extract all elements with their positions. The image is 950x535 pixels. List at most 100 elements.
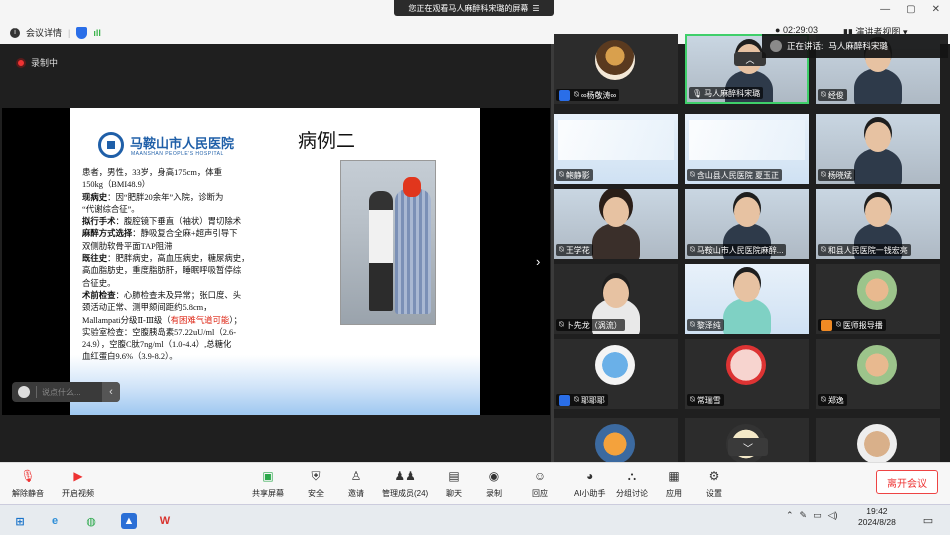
- participant-tile[interactable]: ⍉ 黎泽纯: [685, 264, 809, 334]
- slide-text-line: 患者，男性，33岁，身高175cm，体重: [82, 167, 294, 179]
- participant-name-tag: ⍉ ∞杨敬涛∞: [556, 89, 620, 101]
- settings-button[interactable]: ⚙ 设置: [706, 468, 722, 499]
- react-button[interactable]: ☺ 回应: [532, 468, 548, 499]
- slide-text-line: 现病史：因“肥胖20余年”入院，诊断为: [82, 192, 294, 204]
- menu-icon[interactable]: ☰: [532, 4, 539, 13]
- participant-name: 卜先龙（涡流）: [565, 320, 622, 330]
- photo-doctor: [369, 191, 393, 311]
- mic-muted-icon: ⍉: [559, 320, 564, 329]
- pen-icon[interactable]: ✎: [800, 510, 808, 521]
- breakout-button[interactable]: ⛬ 分组讨论: [616, 468, 648, 499]
- avatar: [726, 345, 766, 385]
- apps-label: 应用: [666, 489, 682, 498]
- breakout-label: 分组讨论: [616, 489, 648, 498]
- manage-members-button[interactable]: ♟♟ 管理成员(24): [382, 468, 428, 499]
- minimize-icon[interactable]: —: [880, 4, 890, 15]
- participant-name: 经俊: [827, 90, 844, 100]
- mic-muted-icon: ⍉: [574, 395, 579, 404]
- share-screen-icon: ▣: [262, 469, 274, 483]
- participant-tile[interactable]: [554, 418, 678, 462]
- meeting-info-button[interactable]: 会议详情: [26, 26, 62, 39]
- participant-name: 黎泽纯: [696, 320, 721, 330]
- participant-tile[interactable]: ⍉ 常瑞雪: [685, 339, 809, 409]
- mic-muted-icon: ⍉: [690, 320, 695, 329]
- ai-assistant-button[interactable]: ◕ AI小助手: [574, 468, 606, 499]
- slide-text-body: 双侧肋软骨平面TAP阻滞: [82, 241, 173, 251]
- slide-text-body: ：肥胖病史，高血压病史，糖尿病史，: [107, 254, 250, 264]
- participant-tile[interactable]: ⍉ 卜先龙（涡流）: [554, 264, 678, 334]
- windows-start-icon[interactable]: ⊞: [12, 513, 28, 529]
- security-shield-icon[interactable]: [76, 26, 88, 39]
- chat-input[interactable]: 说点什么... ‹: [12, 382, 120, 402]
- participant-face: [603, 278, 629, 308]
- participant-name-tag: ⍉ 经俊: [818, 89, 847, 101]
- close-icon[interactable]: ✕: [932, 4, 940, 15]
- participant-name: 马人麻醉科宋璐: [704, 88, 761, 98]
- participant-tile[interactable]: ⍉ 马鞍山市人民医院麻醉...: [685, 189, 809, 259]
- wechat-icon[interactable]: ◍: [83, 513, 99, 529]
- mic-muted-icon: ⍉: [836, 320, 841, 329]
- volume-icon[interactable]: ◁): [828, 510, 838, 521]
- participant-tile[interactable]: ⍉ 含山县人民医院 夏玉正: [685, 114, 809, 184]
- mic-muted-icon: ⍉: [559, 170, 564, 179]
- participant-tile[interactable]: ⍉ 和县人民医院一钱宏亮: [816, 189, 940, 259]
- slide-text-line: 颈活动正常、测甲颏间距约5.8cm，: [82, 302, 294, 314]
- slide-text-body: ）；: [229, 315, 242, 325]
- invite-button[interactable]: ♙ 邀请: [348, 468, 364, 499]
- chevron-left-icon[interactable]: ‹: [102, 382, 120, 402]
- gear-icon: ⚙: [708, 469, 720, 483]
- photo-patient: [395, 189, 431, 314]
- settings-label: 设置: [706, 489, 722, 498]
- emoji-icon[interactable]: [18, 386, 30, 398]
- screen-share-banner[interactable]: 您正在观看马人麻醉科宋璐的屏幕 ☰: [394, 0, 554, 16]
- host-badge-icon: [559, 89, 570, 101]
- participant-tile[interactable]: ⍉ ∞杨敬涛∞: [554, 34, 678, 104]
- slide-text-heading: 既往史: [82, 254, 108, 264]
- network-signal-icon[interactable]: ıll: [93, 28, 101, 38]
- clock[interactable]: 19:42 2024/8/28: [858, 506, 896, 528]
- share-label: 共享屏幕: [252, 489, 284, 498]
- chevron-up-icon[interactable]: ⌃: [786, 510, 794, 521]
- participant-tile[interactable]: ⍉ 耶耶耶: [554, 339, 678, 409]
- participant-name-tag: ⍉ 马鞍山市人民医院麻醉...: [687, 244, 787, 256]
- apps-button[interactable]: ▦ 应用: [666, 468, 682, 499]
- unmute-button[interactable]: 🎙 解除静音: [12, 468, 44, 499]
- participant-video: [723, 298, 771, 334]
- wps-icon[interactable]: W: [157, 513, 173, 529]
- record-button[interactable]: ◉ 录制: [486, 468, 502, 499]
- leave-meeting-button[interactable]: 离开会议: [876, 470, 938, 494]
- browser-icon[interactable]: e: [47, 513, 63, 529]
- participant-video: [854, 68, 902, 104]
- participant-tile[interactable]: [816, 418, 940, 462]
- participant-name: 马鞍山市人民医院麻醉...: [696, 245, 784, 255]
- start-video-button[interactable]: ▶ 开启视频: [62, 468, 94, 499]
- slide-case-text: 患者，男性，33岁，身高175cm，体重 150kg（BMI48.9） 现病史：因“…: [82, 167, 294, 364]
- avatar: [857, 345, 897, 385]
- share-screen-button[interactable]: ▣ 共享屏幕: [252, 468, 284, 499]
- slide-text-line: Mallampati分级Ⅱ-Ⅲ级（有困难气道可能）；: [82, 315, 294, 327]
- participant-tile[interactable]: ⍉ 王学花: [554, 189, 678, 259]
- slide-text-line: 24.9），空腹C肽7ng/ml（1.0-4.4）,总糖化: [82, 339, 294, 351]
- participant-face: [865, 122, 891, 152]
- slide-text-body: ：心肺检查未及异常；张口度、头: [115, 290, 242, 300]
- mic-muted-icon: ⍉: [821, 395, 826, 404]
- mic-muted-icon: ⍉: [690, 245, 695, 254]
- participant-tile[interactable]: ⍉ 鲍静影: [554, 114, 678, 184]
- security-button[interactable]: ⛨ 安全: [308, 468, 324, 499]
- participant-tile[interactable]: ⍉ 杨晓斌: [816, 114, 940, 184]
- participant-tile[interactable]: ⍉ 郑逸: [816, 339, 940, 409]
- chat-button[interactable]: ▤ 聊天: [446, 468, 462, 499]
- add-person-icon: ♙: [350, 469, 362, 483]
- scroll-down-button[interactable]: ﹀: [728, 438, 768, 456]
- maximize-icon[interactable]: ▢: [906, 4, 915, 15]
- avatar: [857, 424, 897, 462]
- network-icon[interactable]: ▭: [813, 510, 822, 521]
- host-badge-icon: [821, 319, 832, 331]
- participant-face: [865, 197, 891, 227]
- slide-text-body: 血红蛋白9.6%（3.9-8.2）。: [82, 352, 178, 362]
- meeting-app-icon[interactable]: ▲: [121, 513, 137, 529]
- slide-text-body: 合征史。: [82, 278, 116, 288]
- chevron-right-icon[interactable]: ›: [536, 254, 540, 269]
- participant-tile[interactable]: ⍉ 医师报导播: [816, 264, 940, 334]
- notification-icon[interactable]: ▭: [920, 512, 936, 528]
